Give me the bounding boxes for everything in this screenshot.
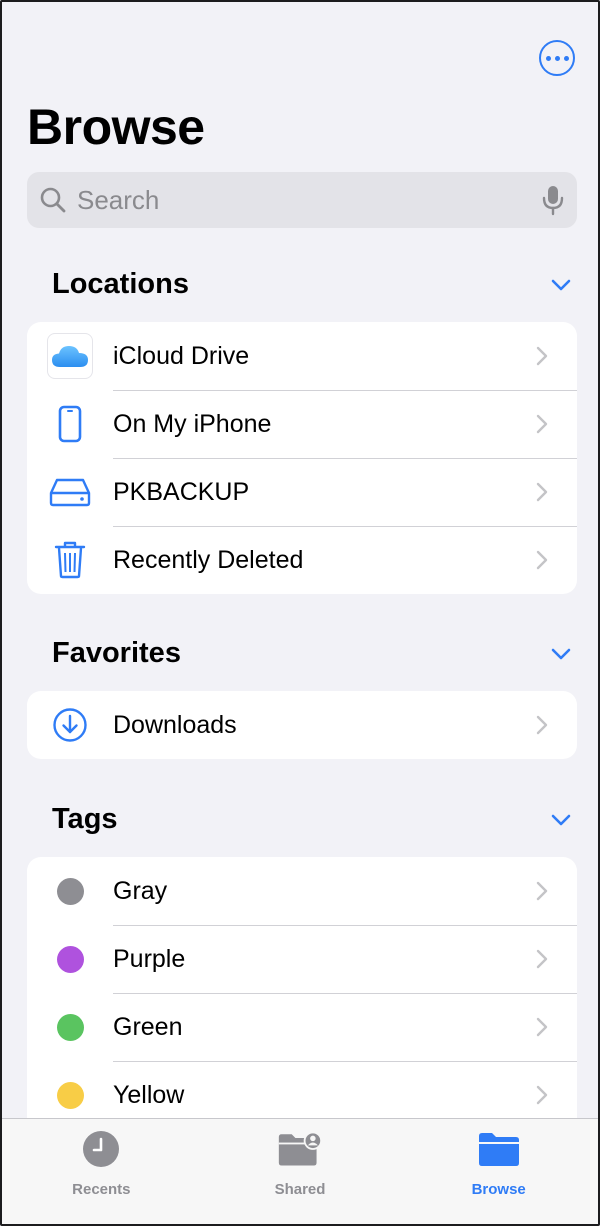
location-recently-deleted[interactable]: Recently Deleted [27,526,577,594]
row-label: Gray [113,876,168,905]
clock-icon [83,1131,120,1167]
chevron-right-icon [536,881,548,901]
locations-list: iCloud Drive On My iPhone PKBACKUP Recen… [27,322,577,594]
tags-list: Gray Purple Green Yellow [27,857,577,1129]
tags-title: Tags [52,803,118,835]
tab-shared[interactable]: Shared [201,1129,400,1224]
tag-gray[interactable]: Gray [27,857,577,925]
favorites-title: Favorites [52,637,181,669]
row-label: Green [113,1012,183,1041]
tag-color-dot [56,877,84,905]
row-icon-slot [27,925,113,993]
tab-label: Shared [274,1181,326,1198]
tag-purple[interactable]: Purple [27,925,577,993]
chevron-right-icon [536,346,548,366]
favorites-list: Downloads [27,691,577,759]
download-circle-icon [53,708,87,742]
chevron-down-icon[interactable] [549,273,573,297]
tab-browse[interactable]: Browse [399,1129,598,1224]
row-label: Yellow [113,1080,185,1109]
location-pkbackup[interactable]: PKBACKUP [27,458,577,526]
browse-screen: Browse Locations [0,0,600,1226]
page-title: Browse [27,99,205,155]
row-label: On My iPhone [113,409,272,438]
row-icon-slot [27,857,113,925]
chevron-right-icon [536,482,548,502]
tab-label: Browse [471,1181,526,1198]
locations-title: Locations [52,268,189,300]
row-label: iCloud Drive [113,341,250,370]
tab-icon-slot [476,1129,522,1169]
row-label: Downloads [113,710,237,739]
iphone-icon [58,405,82,443]
search-bar[interactable] [27,172,577,228]
chevron-down-icon[interactable] [549,642,573,666]
tab-icon-slot [277,1129,323,1169]
external-drive-icon [49,478,91,507]
microphone-icon[interactable] [541,184,565,216]
tag-color-dot [56,1081,84,1109]
row-icon-slot [27,691,113,759]
tab-recents[interactable]: Recents [2,1129,201,1224]
location-icloud-drive[interactable]: iCloud Drive [27,322,577,390]
row-label: PKBACKUP [113,477,250,506]
ellipsis-dot [563,55,569,61]
row-icon-slot [27,322,113,390]
row-icon-slot [27,458,113,526]
chevron-right-icon [536,715,548,735]
row-icon-slot [27,390,113,458]
locations-header[interactable]: Locations [52,268,573,301]
trash-icon [54,541,86,579]
search-icon [40,187,66,213]
row-icon-slot [27,526,113,594]
row-icon-slot [27,993,113,1061]
ellipsis-dot [554,55,560,61]
shared-folder-icon [278,1131,323,1166]
chevron-down-icon[interactable] [549,808,573,832]
chevron-right-icon [536,1017,548,1037]
row-label: Recently Deleted [113,545,304,574]
search-input[interactable] [77,184,541,216]
chevron-right-icon [536,1085,548,1105]
tags-header[interactable]: Tags [52,803,573,836]
ellipsis-icon [545,55,551,61]
tab-bar: Recents Shared Browse [2,1118,598,1224]
tag-green[interactable]: Green [27,993,577,1061]
location-on-my-iphone[interactable]: On My iPhone [27,390,577,458]
tag-color-dot [56,1013,84,1041]
tab-icon-slot [78,1129,124,1169]
chevron-right-icon [536,949,548,969]
tab-label: Recents [72,1181,131,1198]
favorite-downloads[interactable]: Downloads [27,691,577,759]
row-label: Purple [113,944,186,973]
tag-color-dot [56,945,84,973]
favorites-header[interactable]: Favorites [52,637,573,670]
more-options-button[interactable] [539,40,575,76]
chevron-right-icon [536,550,548,570]
folder-icon [478,1133,519,1166]
icloud-icon [47,333,93,379]
chevron-right-icon [536,414,548,434]
